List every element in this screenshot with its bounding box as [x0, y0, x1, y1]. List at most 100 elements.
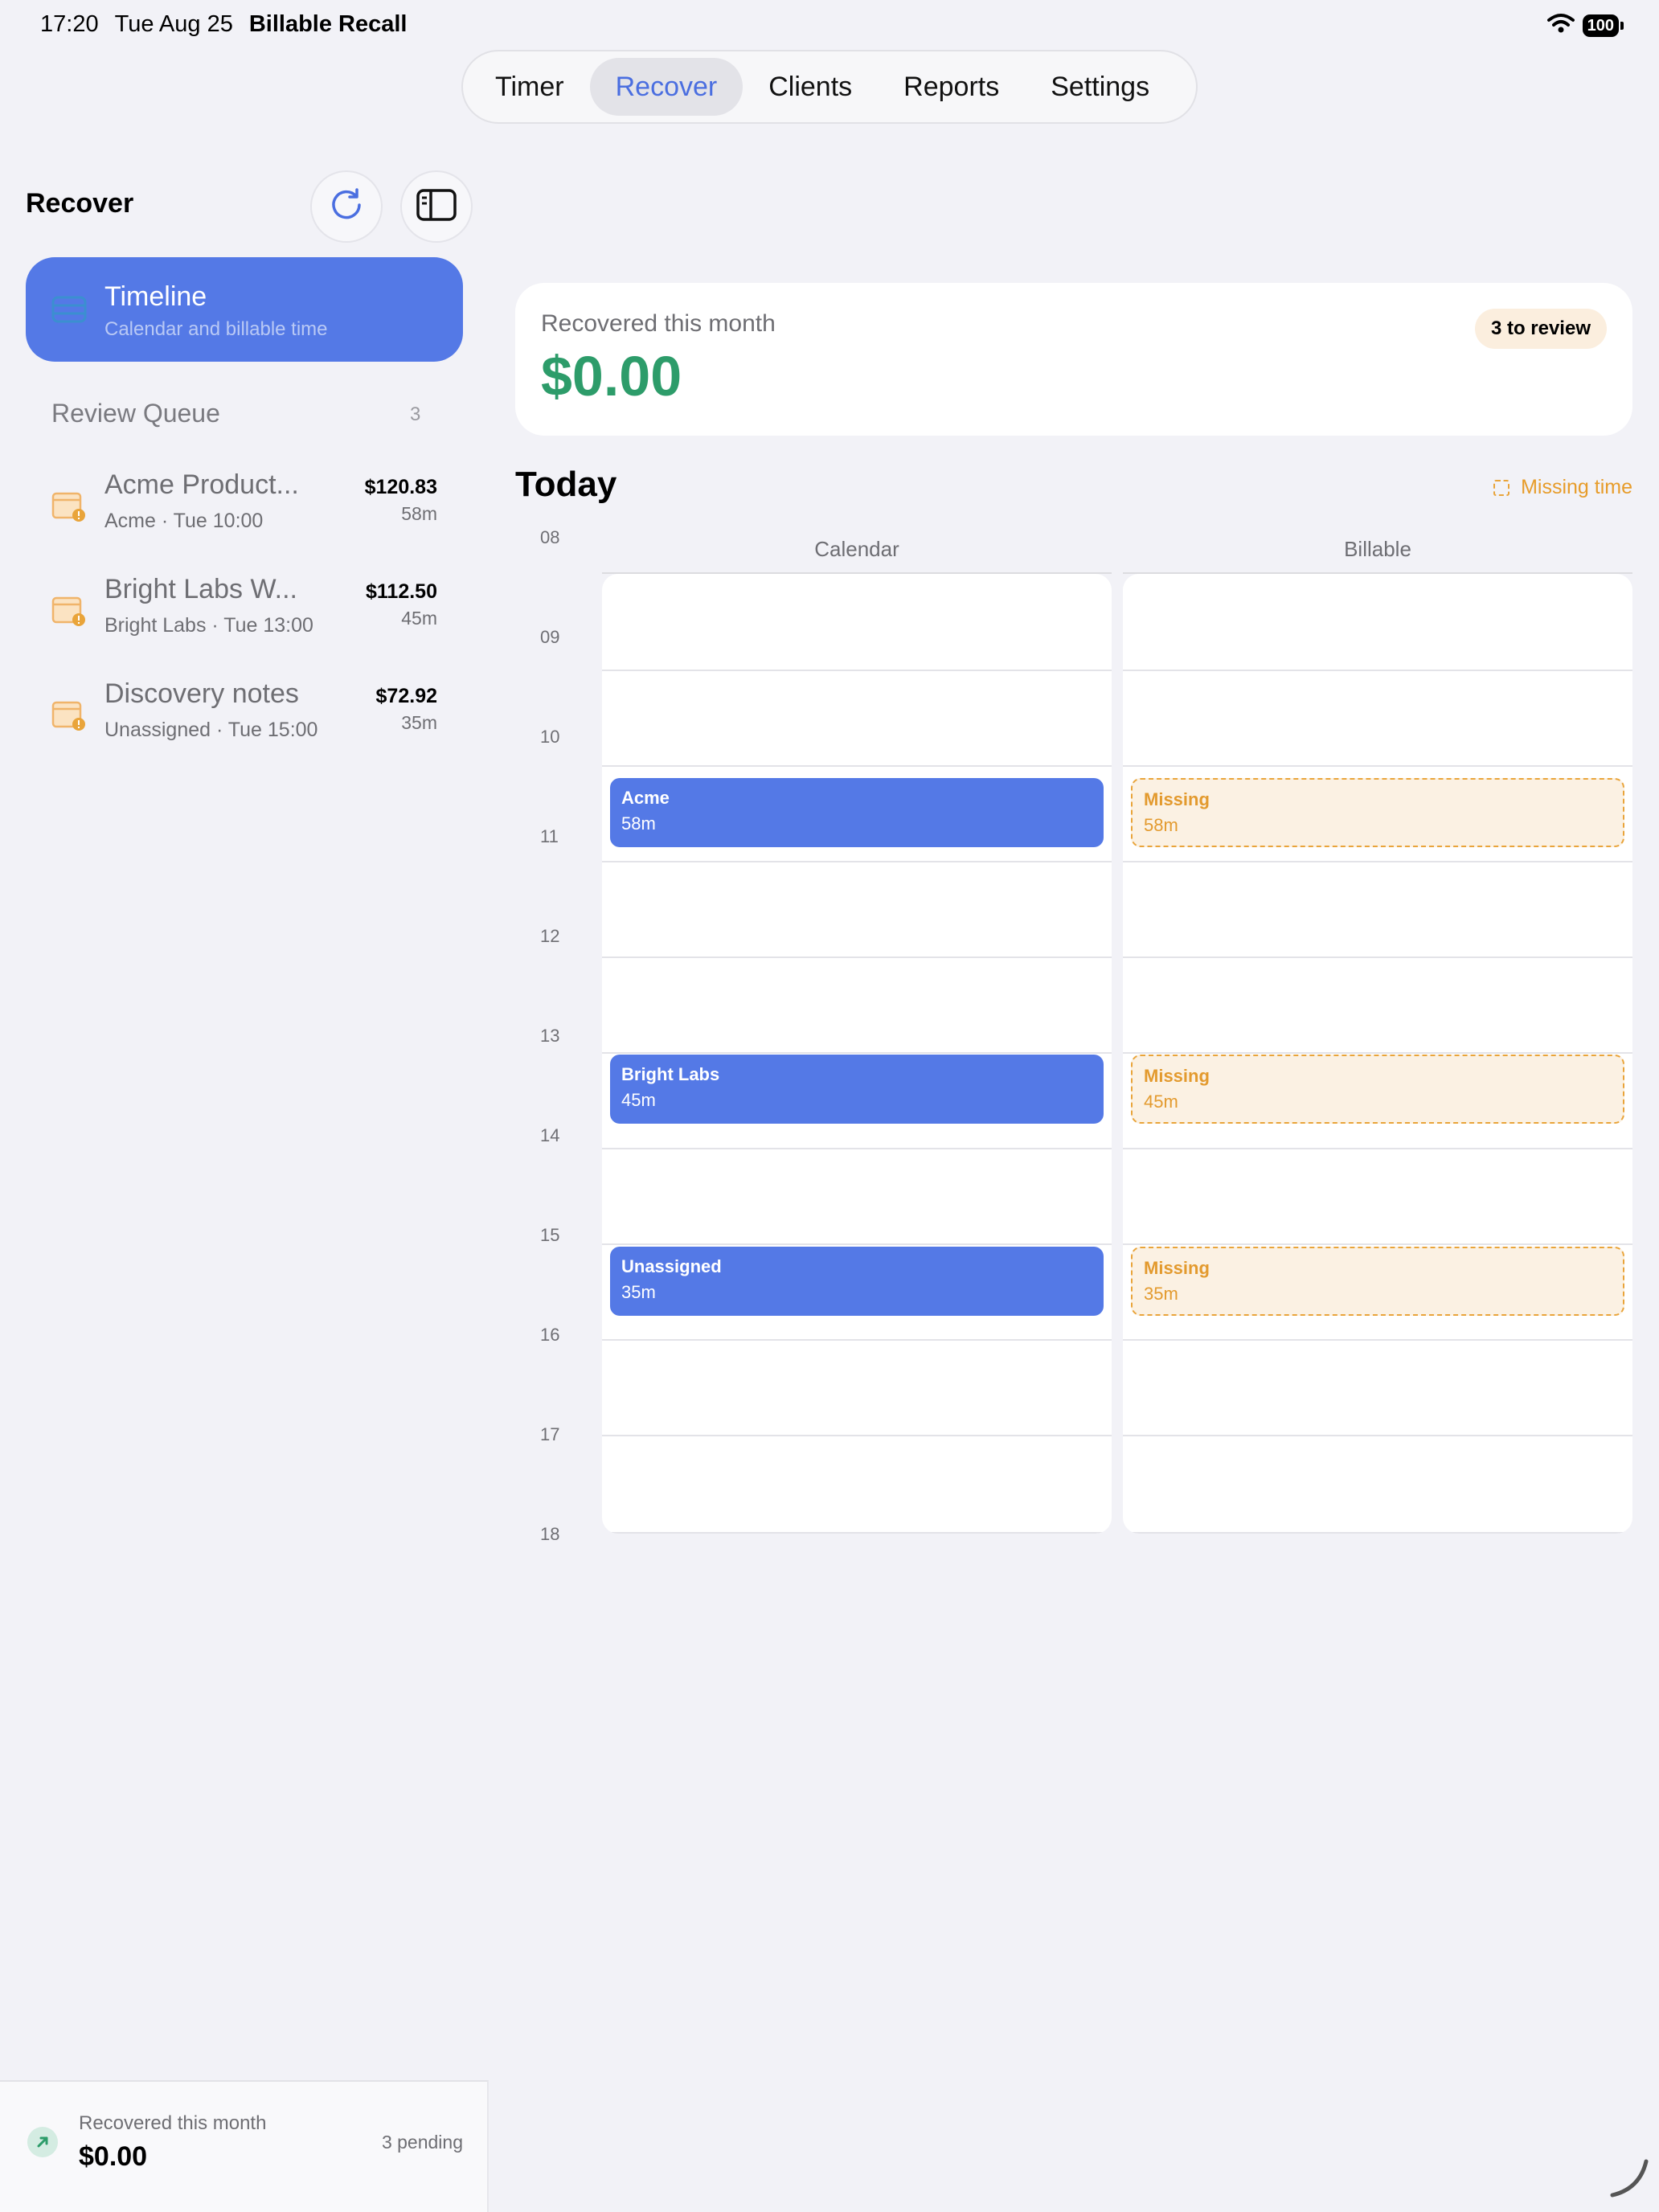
- missing-time-block[interactable]: Missing 35m: [1131, 1247, 1624, 1316]
- hour-gridline: [1123, 1339, 1632, 1341]
- calendar-warning-icon: [51, 699, 87, 735]
- missing-time-block[interactable]: Missing 45m: [1131, 1055, 1624, 1124]
- tab-settings[interactable]: Settings: [1025, 58, 1175, 116]
- hour-label: 08: [540, 527, 560, 547]
- queue-item-amount: $72.92: [375, 685, 437, 707]
- calendar-event[interactable]: Bright Labs 45m: [610, 1055, 1104, 1124]
- event-title: Bright Labs: [621, 1064, 720, 1084]
- event-title: Acme: [621, 788, 670, 808]
- tab-recover[interactable]: Recover: [589, 58, 743, 116]
- refresh-icon: [328, 186, 365, 227]
- footer-pending: 3 pending: [381, 2132, 463, 2153]
- queue-item-title: Discovery notes: [104, 678, 299, 709]
- queue-item-duration: 35m: [401, 712, 437, 733]
- event-title: Missing: [1144, 1258, 1210, 1278]
- timeline-subtitle: Calendar and billable time: [104, 318, 328, 340]
- hour-gridline: [1123, 1243, 1632, 1245]
- calendar-column: Acme 58m Bright Labs 45m Unassigned 35m: [602, 574, 1112, 1534]
- calendar-warning-icon: [51, 595, 87, 631]
- hour-label: 18: [540, 1524, 560, 1544]
- footer-value: $0.00: [79, 2141, 148, 2172]
- summary-value: $0.00: [541, 345, 682, 408]
- queue-item-subtitle: Bright Labs · Tue 13:00: [104, 614, 313, 637]
- timeline-title: Timeline: [104, 281, 207, 312]
- sidebar: Recover Timeline Calendar and billable t…: [0, 129, 489, 2212]
- hour-gridline: [1123, 1148, 1632, 1149]
- hour-gridline: [1123, 1052, 1632, 1054]
- hour-gridline: [602, 765, 1112, 767]
- timeline-icon: [51, 296, 87, 327]
- hour-gridline: [602, 1339, 1112, 1341]
- queue-item-title: Bright Labs W...: [104, 574, 297, 604]
- calendar-warning-icon: [51, 490, 87, 526]
- summary-label: Recovered this month: [541, 310, 776, 337]
- hour-gridline: [602, 861, 1112, 862]
- event-duration: 58m: [621, 813, 656, 834]
- hour-gridline: [602, 1532, 1112, 1534]
- recovered-summary-card: Recovered this month $0.00 3 to review: [515, 283, 1632, 436]
- hour-label: 10: [540, 727, 560, 747]
- battery-indicator: 100: [1582, 14, 1624, 37]
- tab-reports[interactable]: Reports: [878, 58, 1025, 116]
- main-tab-bar: Timer Recover Clients Reports Settings: [461, 50, 1198, 124]
- status-date: Tue Aug 25: [114, 11, 233, 37]
- hour-label: 11: [540, 826, 559, 846]
- review-badge[interactable]: 3 to review: [1474, 309, 1607, 349]
- hour-gridline: [1123, 861, 1632, 862]
- queue-item-subtitle: Unassigned · Tue 15:00: [104, 719, 318, 741]
- refresh-button[interactable]: [310, 170, 383, 243]
- queue-item[interactable]: Bright Labs W... Bright Labs · Tue 13:00…: [51, 574, 437, 654]
- queue-item-title: Acme Product...: [104, 469, 299, 500]
- column-header-billable: Billable: [1344, 537, 1411, 561]
- hour-label: 12: [540, 926, 560, 946]
- arrow-up-right-icon: [27, 2127, 58, 2157]
- queue-item[interactable]: Acme Product... Acme · Tue 10:00 $120.83…: [51, 469, 437, 550]
- hour-label: 17: [540, 1424, 560, 1444]
- sidebar-item-timeline[interactable]: Timeline Calendar and billable time: [26, 257, 463, 362]
- event-title: Missing: [1144, 789, 1210, 809]
- footer-label: Recovered this month: [79, 2112, 267, 2134]
- hour-label: 09: [540, 627, 560, 647]
- tab-clients[interactable]: Clients: [743, 58, 878, 116]
- review-queue-count: 3: [410, 403, 421, 425]
- event-title: Unassigned: [621, 1256, 722, 1276]
- missing-time-legend: Missing time: [1493, 476, 1632, 499]
- queue-item-amount: $112.50: [366, 580, 437, 603]
- hour-gridline: [1123, 670, 1632, 671]
- event-duration: 35m: [1144, 1284, 1178, 1304]
- queue-item[interactable]: Discovery notes Unassigned · Tue 15:00 $…: [51, 678, 437, 759]
- status-bar: 17:20 Tue Aug 25 Billable Recall 100: [0, 0, 1659, 51]
- sidebar-footer-summary[interactable]: Recovered this month $0.00 3 pending: [0, 2080, 489, 2212]
- hour-gridline: [1123, 956, 1632, 958]
- event-duration: 58m: [1144, 815, 1178, 835]
- event-duration: 45m: [1144, 1092, 1178, 1112]
- hour-gridline: [1123, 1435, 1632, 1436]
- missing-time-block[interactable]: Missing 58m: [1131, 778, 1624, 847]
- calendar-event[interactable]: Unassigned 35m: [610, 1247, 1104, 1316]
- review-queue-title: Review Queue: [51, 399, 220, 428]
- hour-gridline: [602, 670, 1112, 671]
- queue-item-amount: $120.83: [364, 476, 437, 498]
- dashed-square-icon: [1493, 479, 1510, 496]
- sidebar-toggle-icon: [416, 188, 457, 225]
- hour-label: 16: [540, 1325, 560, 1345]
- legend-label: Missing time: [1521, 476, 1632, 498]
- hour-label: 13: [540, 1026, 560, 1046]
- hour-gridline: [602, 1435, 1112, 1436]
- queue-item-duration: 45m: [401, 608, 437, 629]
- resize-handle-icon[interactable]: [1608, 2157, 1651, 2204]
- queue-item-duration: 58m: [401, 503, 437, 524]
- calendar-event[interactable]: Acme 58m: [610, 778, 1104, 847]
- queue-item-subtitle: Acme · Tue 10:00: [104, 510, 264, 532]
- status-time: 17:20: [40, 11, 99, 37]
- timeline-heading: Today: [515, 465, 617, 504]
- hour-gridline: [602, 1148, 1112, 1149]
- hour-gridline: [602, 956, 1112, 958]
- event-title: Missing: [1144, 1066, 1210, 1086]
- hour-gridline: [602, 1243, 1112, 1245]
- toggle-sidebar-button[interactable]: [400, 170, 473, 243]
- tab-timer[interactable]: Timer: [469, 58, 590, 116]
- hour-gridline: [1123, 765, 1632, 767]
- hour-label: 15: [540, 1225, 560, 1245]
- hour-label: 14: [540, 1125, 560, 1145]
